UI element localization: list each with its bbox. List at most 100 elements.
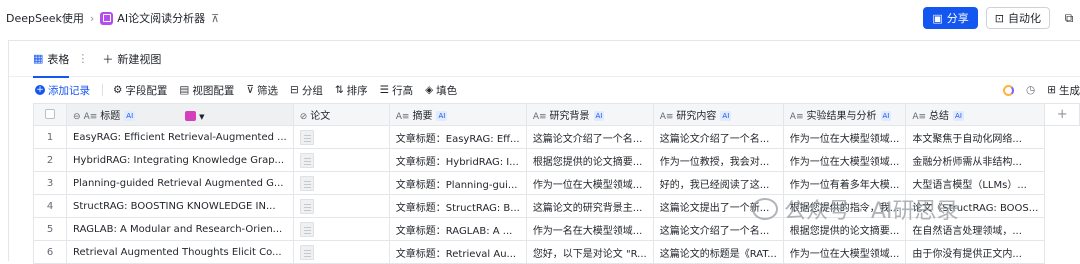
cell-results[interactable]: 根据您提供的指令，我... xyxy=(782,194,907,218)
tab-table[interactable]: ▦ 表格 xyxy=(33,41,70,78)
table-row[interactable]: 1 EasyRAG: Efficient Retrieval-Augmented … xyxy=(32,125,1080,149)
cell-results[interactable]: 作为一位在大模型领域... xyxy=(782,125,907,149)
kebab-icon[interactable]: ⋮ xyxy=(77,52,88,65)
chevron-down-icon[interactable]: ▼ xyxy=(199,113,204,121)
add-column-button[interactable]: + xyxy=(1044,103,1080,126)
cell-conclusion[interactable]: 在自然语言处理领域，... xyxy=(905,217,1046,241)
ai-assistant-icon[interactable] xyxy=(1003,84,1015,96)
column-header-paper[interactable]: ⊘ 论文 xyxy=(292,103,390,126)
cell-summary[interactable]: 文章标题：RAGLAB: A ... xyxy=(388,217,527,241)
cell-summary[interactable]: 文章标题：Planning-gui... xyxy=(388,171,527,195)
text-field-icon: A≡ xyxy=(789,112,804,122)
text-field-icon: A≡ xyxy=(532,112,547,122)
cell-summary[interactable]: 文章标题：EasyRAG: Eff... xyxy=(388,125,527,149)
cell-results[interactable]: 作为一位有着多年大模... xyxy=(782,171,907,195)
history-icon[interactable]: ◷ xyxy=(1026,84,1035,96)
cell-content[interactable]: 好的，我已经阅读了这... xyxy=(652,171,784,195)
view-tabs: ▦ 表格 ⋮ ＋ 新建视图 xyxy=(9,41,1080,78)
breadcrumb-root[interactable]: DeepSeek使用 xyxy=(6,10,84,26)
select-all-cell[interactable] xyxy=(32,103,68,126)
automation-button[interactable]: ⊡ 自动化 xyxy=(985,7,1050,29)
table-row[interactable]: 6 Retrieval Augmented Thoughts Elicit Co.… xyxy=(32,240,1080,264)
cell-background[interactable]: 这篇论文介绍了一个名... xyxy=(525,125,654,149)
row-height-button[interactable]: ☰ 行高 xyxy=(380,83,413,98)
column-header-content[interactable]: A≡ 研究内容 AI xyxy=(652,103,784,126)
column-header-summary[interactable]: A≡ 摘要 AI xyxy=(388,103,527,126)
cell-conclusion[interactable]: 由于你没有提供正文内... xyxy=(905,240,1046,264)
cell-content[interactable]: 这篇论文提出了一个新... xyxy=(652,194,784,218)
cell-title[interactable]: HybridRAG: Integrating Knowledge Grap... xyxy=(66,148,294,172)
view-config-button[interactable]: ▤ 视图配置 xyxy=(179,83,234,98)
column-results-label: 实验结果与分析 xyxy=(806,111,877,122)
filter-button[interactable]: ⊽ 筛选 xyxy=(246,83,278,98)
column-header-title[interactable]: ⊖ A≡ 标题 AI ▼ xyxy=(66,103,294,126)
cell-summary[interactable]: 文章标题：StructRAG: B... xyxy=(388,194,527,218)
pin-icon[interactable]: ⊼ xyxy=(211,12,219,25)
cell-content[interactable]: 这篇论文介绍了一个名... xyxy=(652,217,784,241)
cell-background[interactable]: 这篇论文的研究背景主... xyxy=(525,194,654,218)
column-header-background[interactable]: A≡ 研究背景 AI xyxy=(525,103,654,126)
cell-conclusion[interactable]: 大型语言模型（LLMs）... xyxy=(905,171,1046,195)
row-number: 5 xyxy=(32,217,68,241)
cell-content[interactable]: 这篇论文介绍了一个名... xyxy=(652,125,784,149)
cell-results[interactable]: 作为一位在大模型领域... xyxy=(782,148,907,172)
fill-label: 填色 xyxy=(436,84,458,97)
cell-paper[interactable] xyxy=(292,171,390,195)
cell-title[interactable]: Planning-guided Retrieval Augmented G... xyxy=(66,171,294,195)
text-field-icon: A≡ xyxy=(659,112,674,122)
attachment-thumbnail-icon[interactable] xyxy=(299,221,314,237)
attachment-thumbnail-icon[interactable] xyxy=(299,198,314,214)
attachment-thumbnail-icon[interactable] xyxy=(299,152,314,168)
share-button[interactable]: ▣ 分享 xyxy=(923,7,978,29)
cell-background[interactable]: 根据您提供的论文摘要... xyxy=(525,148,654,172)
cell-content[interactable]: 作为一位教授，我会对... xyxy=(652,148,784,172)
table-row[interactable]: 4 StructRAG: BOOSTING KNOWLEDGE IN... 文章标题… xyxy=(32,194,1080,218)
cell-title[interactable]: Retrieval Augmented Thoughts Elicit Co..… xyxy=(66,240,294,264)
table-row[interactable]: 5 RAGLAB: A Modular and Research-Orien...… xyxy=(32,217,1080,241)
column-header-conclusion[interactable]: A≡ 总结 AI xyxy=(905,103,1046,126)
text-field-icon: A≡ xyxy=(83,112,98,122)
attachment-thumbnail-icon[interactable] xyxy=(299,175,314,191)
cell-paper[interactable] xyxy=(292,217,390,241)
cell-content[interactable]: 这篇论文的标题是《RAT... xyxy=(652,240,784,264)
more-icon[interactable]: ⧉ xyxy=(1058,7,1080,29)
cell-results[interactable]: 作为一位在大模型领域... xyxy=(782,240,907,264)
cell-paper[interactable] xyxy=(292,240,390,264)
sort-indicator-icon[interactable] xyxy=(185,111,197,121)
new-view-button[interactable]: ＋ 新建视图 xyxy=(102,51,161,67)
cell-background[interactable]: 作为一位在大模型领域... xyxy=(525,171,654,195)
attachment-thumbnail-icon[interactable] xyxy=(299,244,314,260)
generate-button[interactable]: ⊞ 生成 xyxy=(1047,83,1080,98)
breadcrumb-current[interactable]: AI论文阅读分析器 xyxy=(117,10,205,26)
sort-button[interactable]: ⇅ 排序 xyxy=(335,83,368,98)
attachment-thumbnail-icon[interactable] xyxy=(299,129,314,145)
share-label: 分享 xyxy=(946,12,969,25)
cell-background[interactable]: 您好，以下是对论文 "R... xyxy=(525,240,654,264)
cell-paper[interactable] xyxy=(292,148,390,172)
add-record-button[interactable]: + 添加记录 xyxy=(35,83,90,98)
checkbox[interactable] xyxy=(45,109,56,119)
field-config-button[interactable]: ⚙ 字段配置 xyxy=(113,83,167,98)
row-spacer xyxy=(1044,125,1080,149)
cell-title[interactable]: EasyRAG: Efficient Retrieval-Augmented .… xyxy=(66,125,294,149)
table-row[interactable]: 2 HybridRAG: Integrating Knowledge Grap..… xyxy=(32,148,1080,172)
row-spacer xyxy=(1044,148,1080,172)
cell-results[interactable]: 根据您提供的论文摘要... xyxy=(782,217,907,241)
table-row[interactable]: 3 Planning-guided Retrieval Augmented G..… xyxy=(32,171,1080,195)
ai-badge: AI xyxy=(880,111,892,121)
cell-background[interactable]: 作为一名在大模型领域... xyxy=(525,217,654,241)
group-button[interactable]: ⊟ 分组 xyxy=(290,83,323,98)
cell-conclusion[interactable]: 论文《StructRAG: BOOS... xyxy=(905,194,1046,218)
ai-badge: AI xyxy=(124,111,136,121)
cell-paper[interactable] xyxy=(292,125,390,149)
cell-conclusion[interactable]: 本文聚焦于自动化网络... xyxy=(905,125,1046,149)
column-header-results[interactable]: A≡ 实验结果与分析 AI xyxy=(782,103,907,126)
header-row: ⊖ A≡ 标题 AI ▼ ⊘ 论文 A≡ 摘要 AI A≡ 研究背景 AI A≡ 研究内容 AI A≡… xyxy=(32,103,1080,126)
fill-color-button[interactable]: ◈ 填色 xyxy=(425,83,457,98)
cell-title[interactable]: RAGLAB: A Modular and Research-Orien... xyxy=(66,217,294,241)
cell-summary[interactable]: 文章标题：Retrieval Au... xyxy=(388,240,527,264)
cell-conclusion[interactable]: 金融分析师需从非结构... xyxy=(905,148,1046,172)
cell-title[interactable]: StructRAG: BOOSTING KNOWLEDGE IN... xyxy=(66,194,294,218)
cell-summary[interactable]: 文章标题：HybridRAG: I... xyxy=(388,148,527,172)
cell-paper[interactable] xyxy=(292,194,390,218)
